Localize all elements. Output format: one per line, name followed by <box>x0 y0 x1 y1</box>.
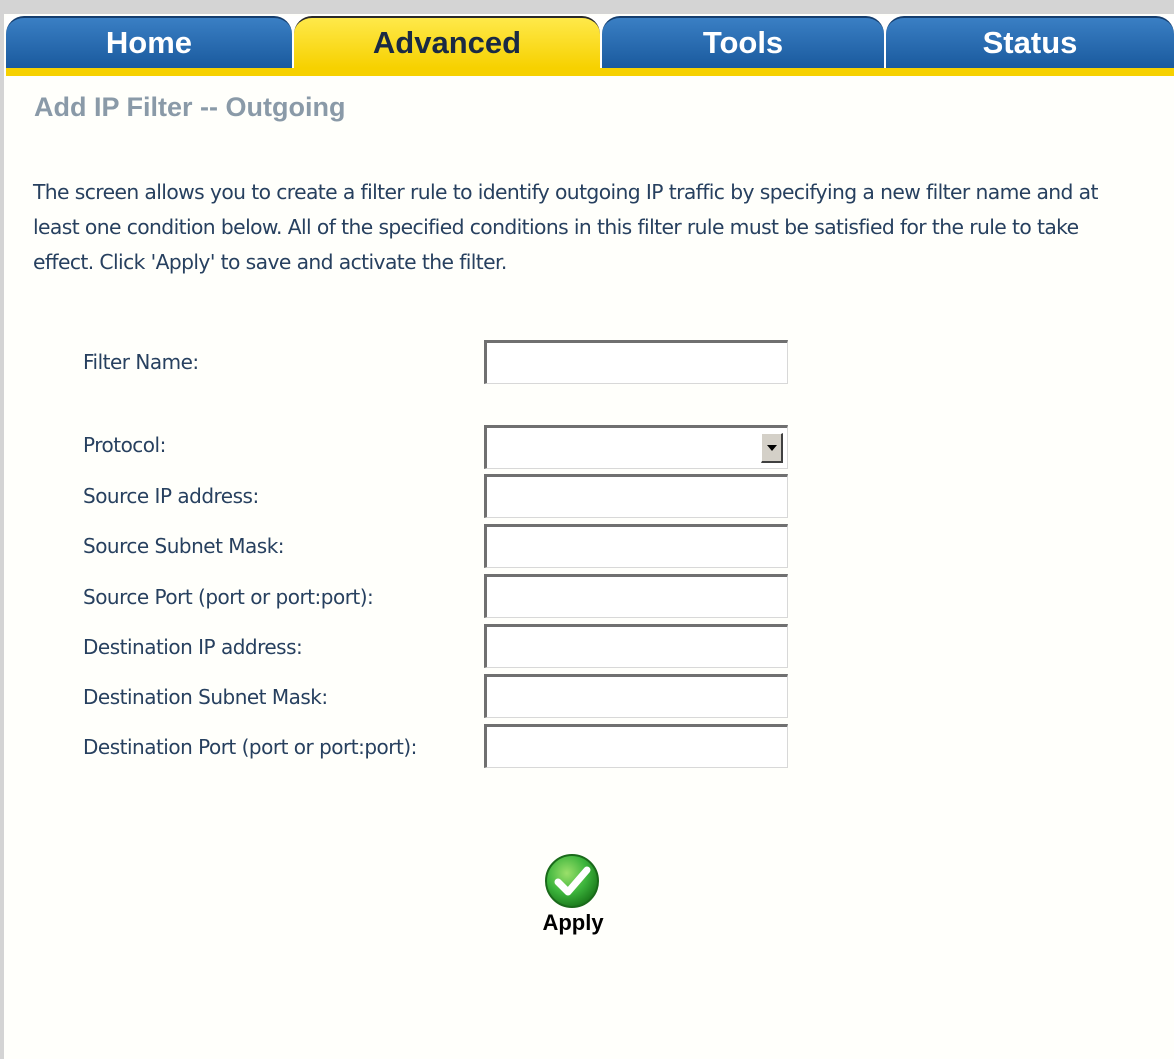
tab-home[interactable]: Home <box>6 16 292 68</box>
source-ip-field[interactable] <box>484 474 788 518</box>
dest-mask-input[interactable] <box>487 677 787 717</box>
source-ip-input[interactable] <box>487 477 787 517</box>
filter-name-label: Filter Name: <box>83 350 199 374</box>
page-description: The screen allows you to create a filter… <box>33 180 1098 274</box>
dest-port-field[interactable] <box>484 724 788 768</box>
source-mask-input[interactable] <box>487 527 787 567</box>
tab-advanced[interactable]: Advanced <box>294 16 600 68</box>
main-nav-tabs: Home Advanced Tools Status <box>6 16 1174 76</box>
dest-port-input[interactable] <box>487 727 787 767</box>
page-title: Add IP Filter -- Outgoing <box>34 92 346 122</box>
tab-underline <box>6 68 1174 76</box>
source-ip-label: Source IP address: <box>83 484 259 508</box>
apply-label: Apply <box>542 910 604 935</box>
green-checkmark-icon[interactable] <box>543 852 601 910</box>
dest-ip-field[interactable] <box>484 624 788 668</box>
source-port-field[interactable] <box>484 574 788 618</box>
source-mask-field[interactable] <box>484 524 788 568</box>
source-port-input[interactable] <box>487 577 787 617</box>
dest-port-label: Destination Port (port or port:port): <box>83 735 417 759</box>
protocol-label: Protocol: <box>83 433 166 457</box>
filter-name-field[interactable] <box>484 340 788 384</box>
tab-tools[interactable]: Tools <box>602 16 884 68</box>
dest-mask-label: Destination Subnet Mask: <box>83 685 328 709</box>
dest-mask-field[interactable] <box>484 674 788 718</box>
filter-name-input[interactable] <box>487 343 787 383</box>
dropdown-arrow-icon[interactable] <box>761 433 783 463</box>
dest-ip-input[interactable] <box>487 627 787 667</box>
tab-status[interactable]: Status <box>886 16 1174 68</box>
apply-button[interactable]: Apply <box>533 852 613 944</box>
dest-ip-label: Destination IP address: <box>83 635 303 659</box>
source-port-label: Source Port (port or port:port): <box>83 585 374 609</box>
source-mask-label: Source Subnet Mask: <box>83 534 285 558</box>
protocol-select[interactable] <box>484 425 788 469</box>
